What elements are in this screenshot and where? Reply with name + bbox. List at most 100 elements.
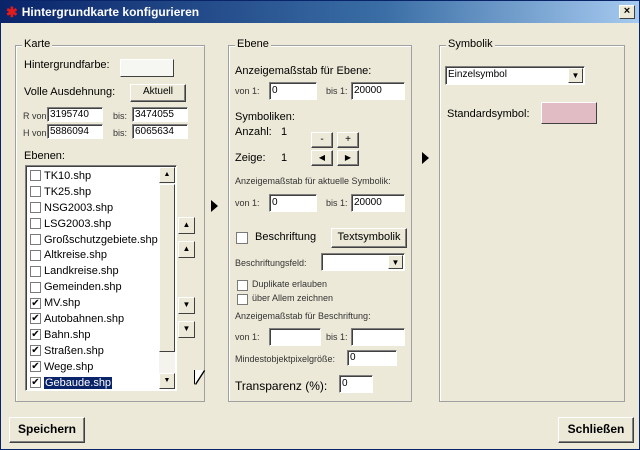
layer-item[interactable]: ✔ MV.shp [27,295,158,311]
label-von-field[interactable] [269,328,321,346]
h-bis-field[interactable]: 6065634 [132,124,188,139]
duplicates-label: Duplikate erlauben [252,279,328,289]
layer-scale-label: Anzeigemaßstab für Ebene: [235,65,372,77]
layer-item[interactable]: ✔ Autobahnen.shp [27,311,158,327]
layer-checkbox[interactable]: ✔ [30,361,41,373]
labeling-checkbox[interactable] [236,232,248,244]
min-pixel-label: Mindestobjektpixelgröße: [235,354,336,364]
symbology-type-dropdown-icon[interactable]: ▼ [568,68,583,83]
scroll-down-icon[interactable]: ▼ [159,373,175,389]
symbology-type-dropdown[interactable]: Einzelsymbol ▼ [445,66,585,85]
layer-von-field[interactable]: 0 [269,82,317,100]
r-bis-field[interactable]: 3474055 [132,107,188,122]
background-color-swatch[interactable] [120,59,174,77]
transparency-field[interactable]: 0 [339,375,373,393]
layer-von-label: von 1: [235,86,260,96]
aktuell-button[interactable]: Aktuell [130,84,186,102]
layer-checkbox[interactable]: ✔ [30,297,41,309]
label-scale-label: Anzeigemaßstab für Beschriftung: [235,311,371,321]
layer-checkbox[interactable] [30,281,41,293]
layer-name: Großschutzgebiete.shp [44,233,158,246]
next-symbol-icon[interactable]: ▶ [337,150,359,166]
add-symbol-button[interactable]: + [337,132,359,148]
move-down-icon[interactable]: ▼ [178,297,195,314]
layer-item[interactable]: TK25.shp [27,184,158,200]
text-symbology-button[interactable]: Textsymbolik [331,228,407,248]
duplicates-checkbox[interactable] [237,280,248,291]
layer-name: Wege.shp [44,360,94,373]
layers-scrollbar[interactable]: ▲ ▼ [159,167,175,389]
layer-name: LSG2003.shp [44,217,112,230]
layer-item[interactable]: ✔ Straßen.shp [27,343,158,359]
layer-item[interactable]: NSG2003.shp [27,200,158,216]
layer-name: Straßen.shp [44,344,104,357]
symbol-scale-label: Anzeigemaßstab für aktuelle Symbolik: [235,176,391,186]
above-all-checkbox[interactable] [237,294,248,305]
layer-name: MV.shp [44,297,81,310]
scroll-up-icon[interactable]: ▲ [159,167,175,183]
layer-item[interactable]: ✔ Wege.shp [27,359,158,375]
arrow-right-icon-2 [422,152,429,164]
layer-checkbox[interactable] [30,249,41,261]
layer-item[interactable]: Landkreise.shp [27,263,158,279]
layer-name: Landkreise.shp [44,265,119,278]
layer-item[interactable]: TK10.shp [27,168,158,184]
symbol-bis-field[interactable]: 20000 [351,194,405,212]
label-von-label: von 1: [235,332,260,342]
background-color-label: Hintergrundfarbe: [24,59,110,71]
r-von-field[interactable]: 3195740 [47,107,103,122]
layer-name: Gebaude.shp [44,376,113,389]
layer-item[interactable]: LSG2003.shp [27,216,158,232]
layer-checkbox[interactable] [30,234,41,245]
layer-checkbox[interactable] [30,218,41,230]
symbol-von-label: von 1: [235,198,260,208]
scroll-thumb[interactable] [159,184,175,352]
close-icon[interactable]: × [619,5,635,19]
symbol-bis-label: bis 1: [326,198,348,208]
layer-checkbox[interactable]: ✔ [30,345,41,357]
layers-list: TK10.shp TK25.shp NSG2003.shp LSG2003.shp Gr… [27,168,158,390]
layer-item[interactable]: ✔ Gebaude.shp [27,375,158,390]
layer-bis-field[interactable]: 20000 [351,82,405,100]
layer-checkbox[interactable]: ✔ [30,329,41,341]
layer-item[interactable]: Großschutzgebiete.shp [27,232,158,248]
layer-name: Autobahnen.shp [44,312,125,325]
remove-symbol-button[interactable]: - [311,132,333,148]
layer-checkbox[interactable] [30,202,41,214]
label-field-dropdown[interactable]: ▼ [321,253,405,271]
above-all-label: über Allem zeichnen [252,293,334,303]
layers-listbox[interactable]: TK10.shp TK25.shp NSG2003.shp LSG2003.shp Gr… [25,165,177,391]
h-von-field[interactable]: 5886094 [47,124,103,139]
label-field-dropdown-icon[interactable]: ▼ [388,255,403,269]
move-to-top-icon[interactable]: ▲ [178,217,195,234]
layer-checkbox[interactable] [30,265,41,277]
save-button[interactable]: Speichern [9,417,85,443]
layer-name: NSG2003.shp [44,201,114,214]
mouse-cursor-icon [195,370,204,384]
symbols-label: Symboliken: [235,111,295,123]
window-title: Hintergrundkarte konfigurieren [21,5,200,19]
symbolik-group-title: Symbolik [446,38,495,50]
symbol-von-field[interactable]: 0 [269,194,317,212]
move-up-icon[interactable]: ▲ [178,241,195,258]
min-pixel-field[interactable]: 0 [347,350,397,366]
layer-item[interactable]: ✔ Bahn.shp [27,327,158,343]
label-bis-field[interactable] [351,328,405,346]
title-bar[interactable]: ✱ Hintergrundkarte konfigurieren × [1,1,639,23]
layer-checkbox[interactable] [30,170,41,182]
layer-checkbox[interactable] [30,186,41,198]
symbolik-group: Symbolik [439,38,625,402]
move-to-bottom-icon[interactable]: ▼ [178,321,195,338]
h-von-label: H von: [23,128,50,138]
layer-item[interactable]: Gemeinden.shp [27,279,158,295]
close-button[interactable]: Schließen [558,417,634,443]
labeling-label: Beschriftung [255,231,317,243]
prev-symbol-icon[interactable]: ◀ [311,150,333,166]
label-bis-label: bis 1: [326,332,348,342]
layer-checkbox[interactable]: ✔ [30,377,41,389]
count-label: Anzahl: [235,126,272,138]
layer-item[interactable]: Altkreise.shp [27,247,158,263]
standard-symbol-swatch[interactable] [541,102,597,124]
layer-checkbox[interactable]: ✔ [30,313,41,325]
full-extent-label: Volle Ausdehnung: [24,86,116,98]
